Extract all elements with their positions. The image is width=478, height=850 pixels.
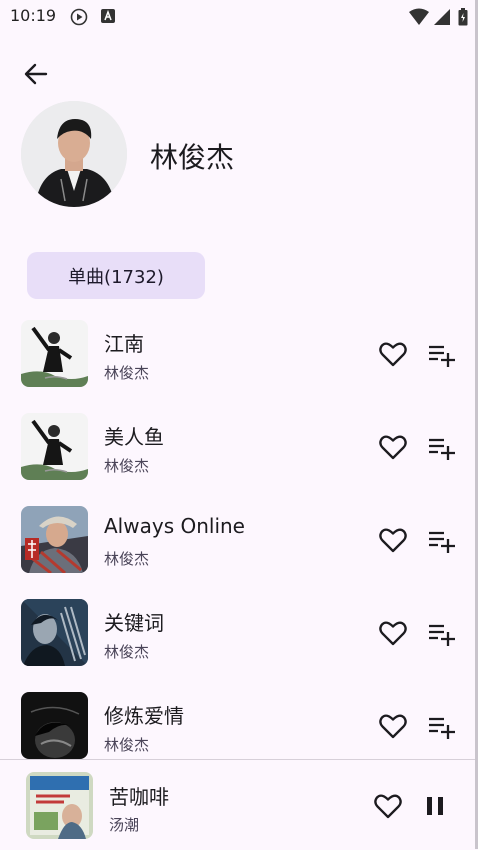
album-cover [21, 413, 88, 480]
heart-outline-icon [374, 794, 402, 819]
arrow-back-icon [24, 63, 48, 85]
song-title: Always Online [104, 514, 245, 538]
favorite-button[interactable] [378, 432, 408, 462]
song-row[interactable]: 关键词 林俊杰 [0, 592, 475, 684]
a-notification-icon [100, 8, 116, 28]
song-artist: 林俊杰 [104, 550, 150, 568]
song-title: 关键词 [104, 611, 164, 635]
song-title: 修炼爱情 [104, 704, 184, 728]
now-playing-bar[interactable]: 苦咖啡 汤潮 [0, 759, 475, 850]
status-time: 10:19 [10, 6, 57, 25]
song-artist: 林俊杰 [104, 643, 150, 661]
add-to-queue-button[interactable] [427, 434, 455, 462]
heart-outline-icon [379, 435, 407, 460]
add-to-queue-button[interactable] [427, 527, 455, 555]
heart-outline-icon [379, 621, 407, 646]
pause-button[interactable] [423, 794, 447, 818]
song-row[interactable]: Always Online 林俊杰 [0, 499, 475, 591]
artist-name: 林俊杰 [150, 141, 235, 174]
album-cover [21, 692, 88, 759]
signal-icon [433, 8, 451, 30]
playlist-add-icon [429, 438, 455, 460]
heart-outline-icon [379, 342, 407, 367]
play-notification-icon [70, 8, 88, 30]
back-button[interactable] [20, 58, 52, 90]
playlist-add-icon [429, 345, 455, 367]
songs-filter-chip[interactable]: 单曲(1732) [27, 252, 205, 299]
song-artist: 林俊杰 [104, 457, 150, 475]
add-to-queue-button[interactable] [427, 341, 455, 369]
heart-outline-icon [379, 714, 407, 739]
song-title: 美人鱼 [104, 425, 164, 449]
now-playing-favorite-button[interactable] [373, 791, 403, 821]
playlist-add-icon [429, 531, 455, 553]
now-playing-artist: 汤潮 [109, 816, 140, 834]
wifi-icon [408, 8, 430, 30]
playlist-add-icon [429, 624, 455, 646]
battery-icon [458, 8, 468, 30]
album-cover [21, 320, 88, 387]
album-cover [21, 506, 88, 573]
add-to-queue-button[interactable] [427, 713, 455, 741]
song-title: 江南 [104, 332, 144, 356]
heart-outline-icon [379, 528, 407, 553]
song-row[interactable]: 江南 林俊杰 [0, 313, 475, 405]
favorite-button[interactable] [378, 711, 408, 741]
pause-icon [427, 797, 443, 815]
song-artist: 林俊杰 [104, 736, 150, 754]
playlist-add-icon [429, 717, 455, 739]
favorite-button[interactable] [378, 525, 408, 555]
now-playing-title: 苦咖啡 [109, 785, 169, 809]
favorite-button[interactable] [378, 618, 408, 648]
song-artist: 林俊杰 [104, 364, 150, 382]
favorite-button[interactable] [378, 339, 408, 369]
artist-avatar [21, 101, 127, 207]
status-bar: 10:19 [0, 0, 478, 32]
add-to-queue-button[interactable] [427, 620, 455, 648]
now-playing-cover [26, 772, 93, 839]
album-cover [21, 599, 88, 666]
song-row[interactable]: 美人鱼 林俊杰 [0, 406, 475, 498]
